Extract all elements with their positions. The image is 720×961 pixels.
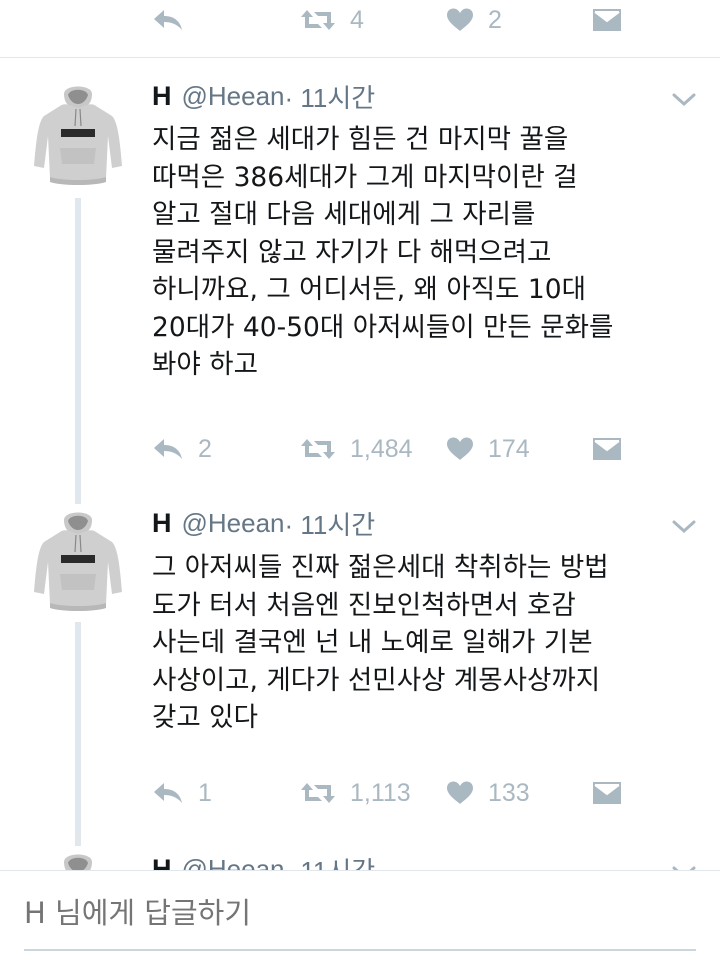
- tweet-text: 지금 젊은 세대가 힘든 건 마지막 꿀을 따먹은 386세대가 그게 마지막이…: [152, 124, 614, 380]
- avatar[interactable]: [30, 508, 126, 614]
- reply-count: 2: [198, 434, 212, 463]
- retweet-icon: [300, 8, 336, 32]
- display-name[interactable]: H: [152, 81, 172, 112]
- tweet-header: H @Heean · 11시간: [152, 505, 375, 541]
- chevron-down-icon[interactable]: [672, 519, 696, 535]
- reply-arrow-icon: [152, 8, 184, 32]
- direct-message-button[interactable]: [592, 429, 622, 469]
- reply-button[interactable]: [152, 0, 198, 40]
- retweet-button[interactable]: 4: [300, 0, 364, 40]
- tweet-text: 그 아저씨들 진짜 젊은세대 착취하는 방법 도가 터서 처음엔 진보인척하면서…: [152, 552, 609, 733]
- heart-icon: [446, 437, 474, 461]
- retweet-button[interactable]: 1,484: [300, 429, 413, 469]
- retweet-icon: [300, 437, 336, 461]
- like-button[interactable]: 174: [446, 429, 530, 469]
- retweet-icon: [300, 781, 336, 805]
- like-count: 174: [488, 434, 530, 463]
- reply-arrow-icon: [152, 437, 184, 461]
- direct-message-button[interactable]: [592, 0, 622, 40]
- retweet-button[interactable]: 1,113: [300, 773, 411, 813]
- chevron-down-icon[interactable]: [672, 92, 696, 108]
- heart-icon: [446, 8, 474, 32]
- reply-button[interactable]: 2: [152, 429, 212, 469]
- user-handle[interactable]: @Heean: [182, 81, 285, 112]
- like-count: 2: [488, 5, 502, 34]
- retweet-count: 1,484: [350, 434, 413, 463]
- envelope-icon: [592, 780, 622, 806]
- heart-icon: [446, 781, 474, 805]
- user-handle[interactable]: @Heean: [182, 508, 285, 539]
- tweet-actions: 1 1,113 133: [0, 773, 720, 813]
- direct-message-button[interactable]: [592, 773, 622, 813]
- retweet-count: 4: [350, 5, 364, 34]
- avatar[interactable]: [30, 82, 126, 188]
- envelope-icon: [592, 436, 622, 462]
- reply-input-underline: [24, 949, 696, 951]
- like-button[interactable]: 133: [446, 773, 530, 813]
- tweet-actions: 2 1,484 174: [0, 429, 720, 469]
- reply-arrow-icon: [152, 781, 184, 805]
- top-tweet-actions: 4 2: [0, 0, 720, 40]
- reply-input[interactable]: [24, 893, 684, 933]
- display-name[interactable]: H: [152, 508, 172, 539]
- tweet-timestamp[interactable]: · 11시간: [285, 78, 376, 115]
- reply-count: 1: [198, 778, 212, 807]
- like-button[interactable]: 2: [446, 0, 502, 40]
- envelope-icon: [592, 7, 622, 33]
- like-count: 133: [488, 778, 530, 807]
- tweet-divider: [0, 57, 720, 58]
- reply-button[interactable]: 1: [152, 773, 212, 813]
- tweet-header: H @Heean · 11시간: [152, 78, 375, 114]
- retweet-count: 1,113: [350, 778, 411, 807]
- tweet-timestamp[interactable]: · 11시간: [285, 505, 376, 542]
- reply-composer: [0, 870, 720, 961]
